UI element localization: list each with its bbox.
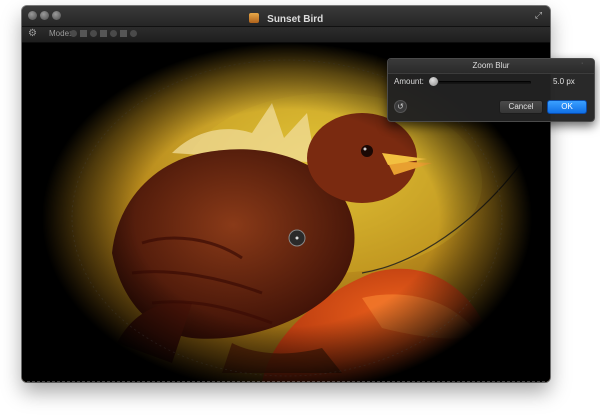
mode-option-6-icon[interactable] (120, 30, 127, 37)
zoom-blur-panel: Zoom Blur · Amount: 5.0 px ↺ Cancel OK (387, 58, 595, 122)
mode-option-5-icon[interactable] (110, 30, 117, 37)
mode-option-7-icon[interactable] (130, 30, 137, 37)
amount-slider-knob[interactable] (428, 76, 439, 87)
title-bar: Sunset Bird ⤢ (22, 6, 550, 27)
panel-title: Zoom Blur (472, 61, 510, 70)
amount-slider-track[interactable] (431, 81, 531, 84)
gear-icon[interactable]: ⚙ (28, 29, 38, 39)
document-icon (248, 13, 259, 23)
mode-option-4-icon[interactable] (100, 30, 107, 37)
panel-close-icon[interactable]: · (581, 60, 589, 68)
mode-option-3-icon[interactable] (90, 30, 97, 37)
amount-label: Amount: (394, 77, 424, 86)
ok-button[interactable]: OK (547, 100, 587, 114)
reset-icon[interactable]: ↺ (394, 100, 407, 113)
cancel-button[interactable]: Cancel (499, 100, 543, 114)
mode-option-1-icon[interactable] (70, 30, 77, 37)
amount-value[interactable]: 5.0 px (553, 77, 575, 86)
selection-edge (22, 381, 550, 382)
mode-option-2-icon[interactable] (80, 30, 87, 37)
fullscreen-icon[interactable]: ⤢ (533, 10, 544, 21)
window-title: Sunset Bird (267, 14, 324, 25)
panel-header: Zoom Blur · (388, 59, 594, 74)
toolbar: ⚙ Mode: (22, 27, 550, 43)
mode-label: Mode: (49, 29, 72, 38)
